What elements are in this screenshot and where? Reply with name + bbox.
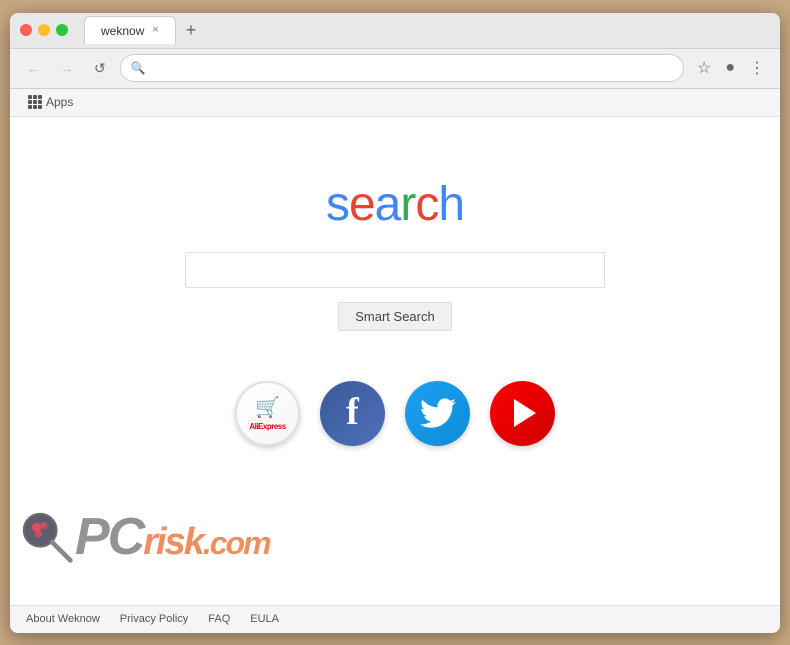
logo-letter-h: h [438, 178, 464, 231]
maximize-button[interactable] [56, 24, 68, 36]
profile-button[interactable]: ● [720, 55, 740, 81]
window-controls [20, 24, 68, 36]
page-content: search Smart Search 🛒 AliExpress f [10, 117, 780, 605]
grid-dot [28, 105, 32, 109]
tab-close-icon[interactable]: × [152, 25, 158, 36]
pcrisk-pc: PC [75, 508, 143, 566]
menu-button[interactable]: ⋮ [744, 54, 770, 82]
footer-about-link[interactable]: About Weknow [26, 613, 100, 625]
minimize-button[interactable] [38, 24, 50, 36]
grid-dot [33, 100, 37, 104]
tab-title: weknow [101, 24, 144, 38]
logo-letter-a: a [375, 178, 401, 231]
grid-dot [38, 95, 42, 99]
nav-right-controls: ☆ ● ⋮ [692, 54, 770, 82]
title-bar: weknow × + [10, 13, 780, 49]
youtube-play-icon [514, 399, 536, 427]
logo-letter-r: r [400, 178, 415, 231]
footer-faq-link[interactable]: FAQ [208, 613, 230, 625]
reload-button[interactable]: ↺ [88, 56, 112, 81]
grid-dot [38, 105, 42, 109]
address-search-icon: 🔍 [131, 61, 146, 75]
twitter-icon[interactable] [405, 381, 470, 446]
bookmarks-bar: Apps [10, 89, 780, 117]
apps-bookmark[interactable]: Apps [22, 93, 79, 111]
grid-dot [28, 95, 32, 99]
back-button[interactable]: ← [20, 56, 46, 80]
pcrisk-watermark: PCrisk.com [20, 510, 270, 565]
twitter-bird-icon [420, 395, 456, 431]
bookmark-button[interactable]: ☆ [692, 54, 716, 82]
pcrisk-risk: risk [143, 521, 203, 563]
facebook-f-letter: f [346, 390, 359, 434]
logo-letter-e: e [349, 178, 375, 231]
browser-window: weknow × + ← → ↺ 🔍 ☆ ● ⋮ [10, 13, 780, 633]
pcrisk-text: PCrisk.com [75, 511, 270, 563]
search-input[interactable] [185, 252, 605, 288]
grid-dot [28, 100, 32, 104]
footer: About Weknow Privacy Policy FAQ EULA [10, 605, 780, 633]
grid-dot [33, 95, 37, 99]
smart-search-button[interactable]: Smart Search [338, 302, 451, 331]
facebook-icon[interactable]: f [320, 381, 385, 446]
forward-button[interactable]: → [54, 56, 80, 80]
tab-bar: weknow × + [84, 16, 770, 44]
aliexpress-cart-icon: 🛒 [255, 395, 280, 420]
nav-bar: ← → ↺ 🔍 ☆ ● ⋮ [10, 49, 780, 89]
browser-tab[interactable]: weknow × [84, 16, 176, 44]
grid-dot [38, 100, 42, 104]
footer-eula-link[interactable]: EULA [250, 613, 279, 625]
pcrisk-dotcom: .com [203, 525, 270, 561]
grid-dot [33, 105, 37, 109]
logo-letter-c: c [415, 178, 438, 231]
search-logo: search [326, 177, 464, 232]
address-bar: 🔍 [120, 54, 684, 82]
aliexpress-icon[interactable]: 🛒 AliExpress [235, 381, 300, 446]
logo-letter-s: s [326, 178, 349, 231]
footer-privacy-link[interactable]: Privacy Policy [120, 613, 188, 625]
youtube-icon[interactable] [490, 381, 555, 446]
aliexpress-text: AliExpress [249, 422, 285, 431]
new-tab-button[interactable]: + [180, 20, 203, 41]
close-button[interactable] [20, 24, 32, 36]
pcrisk-magnifier-icon [20, 510, 75, 565]
address-input[interactable] [152, 61, 673, 76]
apps-label: Apps [46, 95, 73, 109]
social-icons: 🛒 AliExpress f [235, 381, 555, 446]
apps-grid-icon [28, 95, 42, 109]
